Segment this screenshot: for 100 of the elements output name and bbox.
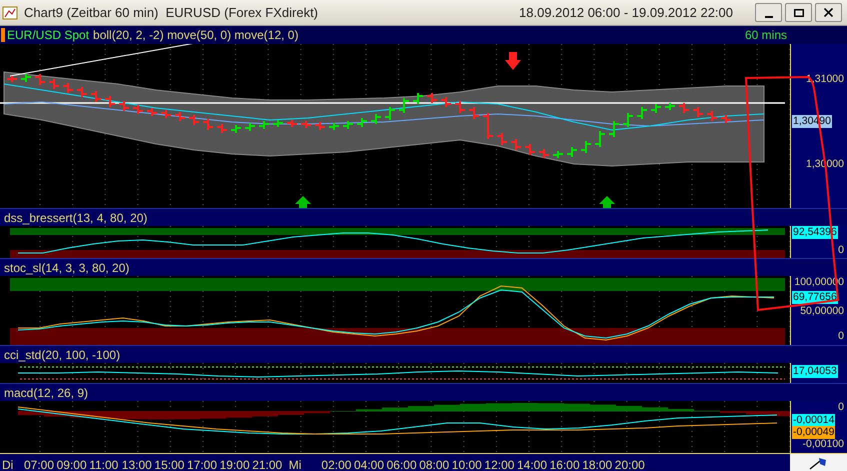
chart-window-icon [2, 4, 18, 20]
indicator-label: boll(20, 2, -2) move(50, 0) move(12, 0) [93, 27, 298, 44]
close-icon [824, 8, 833, 17]
price-bar [35, 74, 45, 85]
price-bar [455, 101, 465, 113]
price-bar [49, 79, 59, 89]
current-value-label: 17,04053 [792, 365, 838, 378]
axis-tick-label: 0 [837, 244, 845, 257]
price-bar [581, 141, 591, 153]
axis-tick-label: 0 [837, 401, 845, 414]
price-bar [77, 87, 87, 97]
time-axis-label: 21:00 [252, 457, 282, 471]
time-axis-label: 12:00 [484, 457, 514, 471]
price-bar [329, 123, 339, 130]
price-bar [175, 112, 185, 121]
restore-icon [794, 8, 804, 16]
price-bar [651, 104, 661, 113]
price-bar [119, 101, 129, 111]
time-axis-label: 10:00 [452, 457, 482, 471]
price-bar [301, 121, 311, 128]
time-axis-label: Di [2, 457, 14, 471]
price-bar [371, 114, 381, 124]
price-bar [609, 121, 619, 137]
buy-arrow-icon [295, 196, 311, 208]
price-bar [63, 83, 73, 93]
price-bar [511, 139, 521, 150]
price-bar [357, 118, 367, 127]
price-bar [105, 96, 115, 107]
price-bar [539, 149, 549, 158]
price-bar [525, 144, 535, 155]
price-bar [245, 123, 255, 131]
time-axis-label: Mi [288, 457, 302, 471]
time-axis-label: 11:00 [89, 457, 118, 471]
price-bar [665, 103, 675, 110]
time-axis-label: 13:00 [122, 457, 152, 471]
price-bar [189, 115, 199, 125]
sell-arrow-icon [505, 52, 521, 70]
price-bar [147, 108, 157, 116]
price-bar [693, 107, 703, 117]
time-axis-label: 15:00 [154, 457, 184, 471]
price-bar [315, 122, 325, 130]
price-bar [259, 121, 269, 129]
price-bar [441, 97, 451, 107]
axis-tick-label: 50,00000 [799, 305, 845, 318]
price-bar [567, 147, 577, 157]
price-bar [273, 120, 283, 127]
time-axis-label: 18:00 [582, 457, 612, 471]
indicator-label: macd(12, 26, 9) [4, 384, 88, 402]
drawing-tool-button[interactable] [790, 454, 847, 471]
price-bar [7, 76, 17, 82]
price-bar [483, 113, 493, 139]
price-bar [161, 110, 171, 118]
time-axis-label: 14:00 [517, 457, 548, 471]
indicator-label: dss_bressert(13, 4, 80, 20) [4, 210, 148, 226]
price-bar [679, 103, 689, 113]
time-axis-label: 20:00 [614, 457, 645, 471]
time-axis-label: 06:00 [386, 457, 417, 471]
price-bar [343, 121, 353, 129]
axis-tick-label: -0,00100 [802, 438, 845, 451]
price-bar [469, 107, 479, 119]
symbol-label: EUR/USD Spot [7, 27, 90, 44]
time-axis-label: 08:00 [419, 457, 450, 471]
date-range: 18.09.2012 06:00 - 19.09.2012 22:00 [519, 4, 733, 22]
close-button[interactable] [815, 3, 842, 22]
price-bar [427, 93, 437, 103]
time-axis-label: 19:00 [220, 457, 250, 471]
time-axis-label: 04:00 [354, 457, 384, 471]
price-bar [623, 113, 633, 127]
indicator-label: stoc_sl(14, 3, 3, 80, 20) [4, 260, 130, 276]
price-bar [637, 107, 647, 119]
price-bar [707, 111, 717, 121]
time-axis-label: 17:00 [187, 457, 218, 471]
price-bar [133, 105, 143, 114]
restore-button[interactable] [785, 3, 812, 22]
price-bar [553, 151, 563, 158]
axis-tick-label: 0 [837, 330, 845, 343]
time-axis-label: 16:00 [550, 457, 580, 471]
window-title: Chart9 (Zeitbar 60 min) EURUSD (Forex FXdirekt) [24, 4, 318, 22]
price-bar [21, 74, 31, 82]
indicator-label: cci_std(20, 100, -100) [4, 346, 120, 364]
price-bar [203, 119, 213, 130]
price-bar [217, 124, 227, 133]
buy-arrow-icon [599, 196, 615, 208]
price-bar [385, 107, 395, 120]
minimize-icon [764, 16, 772, 18]
minimize-button[interactable] [755, 3, 782, 22]
current-value-label: -0,00049 [792, 426, 836, 439]
current-value-label: -0,00014 [792, 414, 836, 427]
series-marker [1, 28, 5, 42]
price-bar [91, 91, 101, 102]
interval-label: 60 mins [744, 27, 787, 44]
price-bar [721, 115, 731, 123]
price-bar [497, 133, 507, 145]
price-bar [595, 131, 605, 147]
price-bar [399, 98, 409, 113]
time-axis-label: 07:00 [24, 457, 54, 471]
time-axis-label: 02:00 [321, 457, 352, 471]
price-bar [287, 120, 297, 127]
price-bar [413, 93, 423, 104]
price-bar [231, 125, 241, 133]
